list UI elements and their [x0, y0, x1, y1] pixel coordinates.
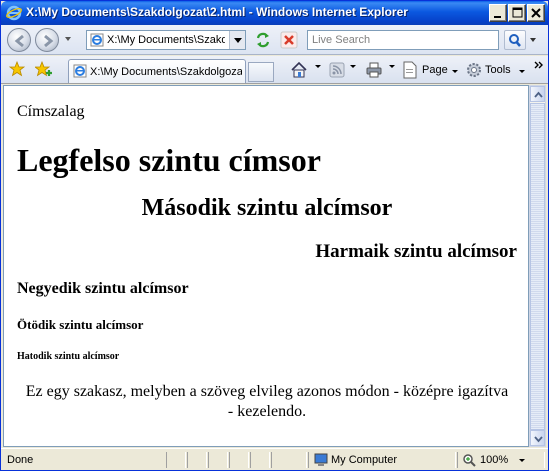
back-button[interactable] [7, 28, 31, 52]
search-options-dropdown-icon[interactable] [530, 38, 536, 42]
address-bar-row: X:\My Documents\Szakdolgozat\2.html Live… [1, 25, 548, 55]
favorites-star-icon[interactable] [9, 61, 25, 77]
status-text: Done [7, 454, 34, 466]
zone-segment[interactable]: My Computer [308, 452, 456, 468]
close-button[interactable] [527, 4, 545, 22]
browser-window: X:\My Documents\Szakdolgozat\2.html - Wi… [0, 0, 549, 471]
page-menu-button[interactable]: Page [402, 61, 460, 79]
computer-icon [314, 453, 328, 466]
maximize-icon [512, 7, 523, 18]
zoom-level: 100% [480, 454, 509, 466]
status-segment [208, 452, 228, 468]
minimize-button[interactable] [489, 4, 507, 22]
heading-level-6: Hatodik szintu alcímsor [17, 351, 120, 362]
chevron-more-icon[interactable] [533, 60, 545, 72]
page-icon [73, 64, 87, 78]
scroll-up-button[interactable] [530, 86, 545, 102]
command-bar-row: X:\My Documents\Szakdolgozat\2.html [1, 56, 548, 84]
page-dropdown-icon [452, 70, 458, 73]
history-dropdown-icon[interactable] [65, 37, 71, 41]
search-placeholder: Live Search [312, 34, 371, 46]
tools-dropdown-icon [519, 70, 525, 73]
add-favorite-icon[interactable] [35, 61, 53, 77]
arrow-up-icon [534, 91, 543, 98]
page-menu-label: Page [422, 64, 448, 76]
print-icon[interactable] [365, 61, 383, 79]
new-tab-button[interactable] [248, 62, 274, 82]
home-icon[interactable] [290, 61, 308, 79]
window-title: X:\My Documents\Szakdolgozat\2.html - Wi… [26, 5, 408, 19]
forward-button[interactable] [35, 28, 59, 52]
address-field[interactable]: X:\My Documents\Szakdolgozat\2.html [86, 30, 246, 50]
tools-menu-button[interactable]: Tools [465, 61, 529, 79]
heading-level-1: Legfelso szintu címsor [17, 142, 321, 178]
stop-icon[interactable] [279, 30, 299, 50]
forward-arrow-icon [44, 34, 54, 48]
magnifier-icon [509, 34, 521, 47]
zoom-magnifier-icon [463, 454, 476, 467]
centered-paragraph: Ez egy szakasz, melyben a szöveg elvileg… [25, 383, 509, 420]
zoom-dropdown-icon [519, 459, 525, 462]
refresh-icon[interactable] [253, 30, 273, 50]
close-icon [531, 8, 541, 18]
maximize-button[interactable] [508, 4, 526, 22]
zone-label: My Computer [331, 454, 398, 466]
page-icon [90, 33, 104, 47]
heading-level-5: Ötödik szintu alcímsor [17, 317, 144, 332]
status-segment [187, 452, 207, 468]
status-segment [271, 452, 307, 468]
feeds-dropdown-icon[interactable] [350, 65, 356, 68]
ie-logo-icon [6, 5, 22, 21]
status-bar: Done My Computer 100% [1, 448, 548, 470]
page-content: Címszalag Legfelso szintu címsor Második… [3, 85, 529, 447]
scroll-thumb[interactable] [530, 103, 545, 430]
address-text: X:\My Documents\Szakdolgozat\2.html [107, 34, 225, 46]
tab-label: X:\My Documents\Szakdolgozat\2.html [90, 66, 242, 78]
gear-icon [467, 63, 481, 77]
heading-level-4: Negyedik szintu alcímsor [17, 280, 189, 297]
heading-level-3: Harmaik szintu alcímsor [315, 241, 517, 262]
print-dropdown-icon[interactable] [389, 65, 395, 68]
search-button[interactable] [504, 30, 526, 50]
page-title-text: Címszalag [17, 103, 85, 120]
minimize-icon [494, 16, 501, 18]
home-dropdown-icon[interactable] [315, 65, 321, 68]
status-segment [250, 452, 270, 468]
scroll-down-button[interactable] [530, 430, 545, 446]
zoom-control[interactable]: 100% [457, 452, 545, 468]
arrow-down-icon [534, 436, 543, 443]
title-bar[interactable]: X:\My Documents\Szakdolgozat\2.html - Wi… [1, 1, 548, 25]
tab-current[interactable]: X:\My Documents\Szakdolgozat\2.html [68, 59, 246, 83]
page-menu-icon [403, 61, 417, 79]
address-dropdown-button[interactable] [229, 31, 245, 49]
feeds-icon[interactable] [329, 62, 345, 78]
status-segment [166, 452, 186, 468]
status-segment [229, 452, 249, 468]
back-arrow-icon [14, 34, 24, 48]
vertical-scrollbar[interactable] [529, 85, 546, 447]
search-input[interactable]: Live Search [307, 30, 499, 50]
tools-menu-label: Tools [485, 64, 511, 76]
heading-level-2: Második szintu alcímsor [141, 195, 393, 221]
